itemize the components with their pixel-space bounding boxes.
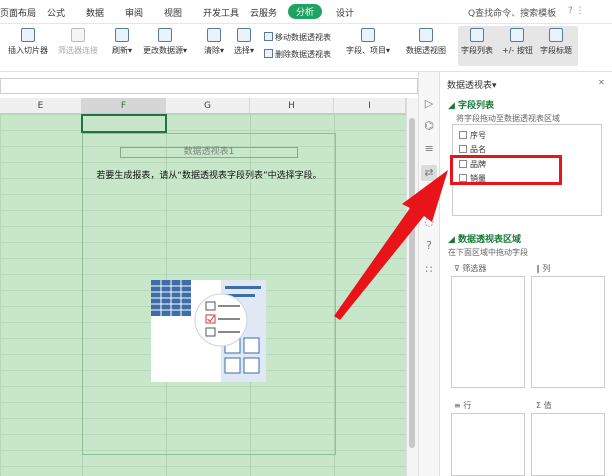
annotation-arrow — [334, 170, 448, 320]
